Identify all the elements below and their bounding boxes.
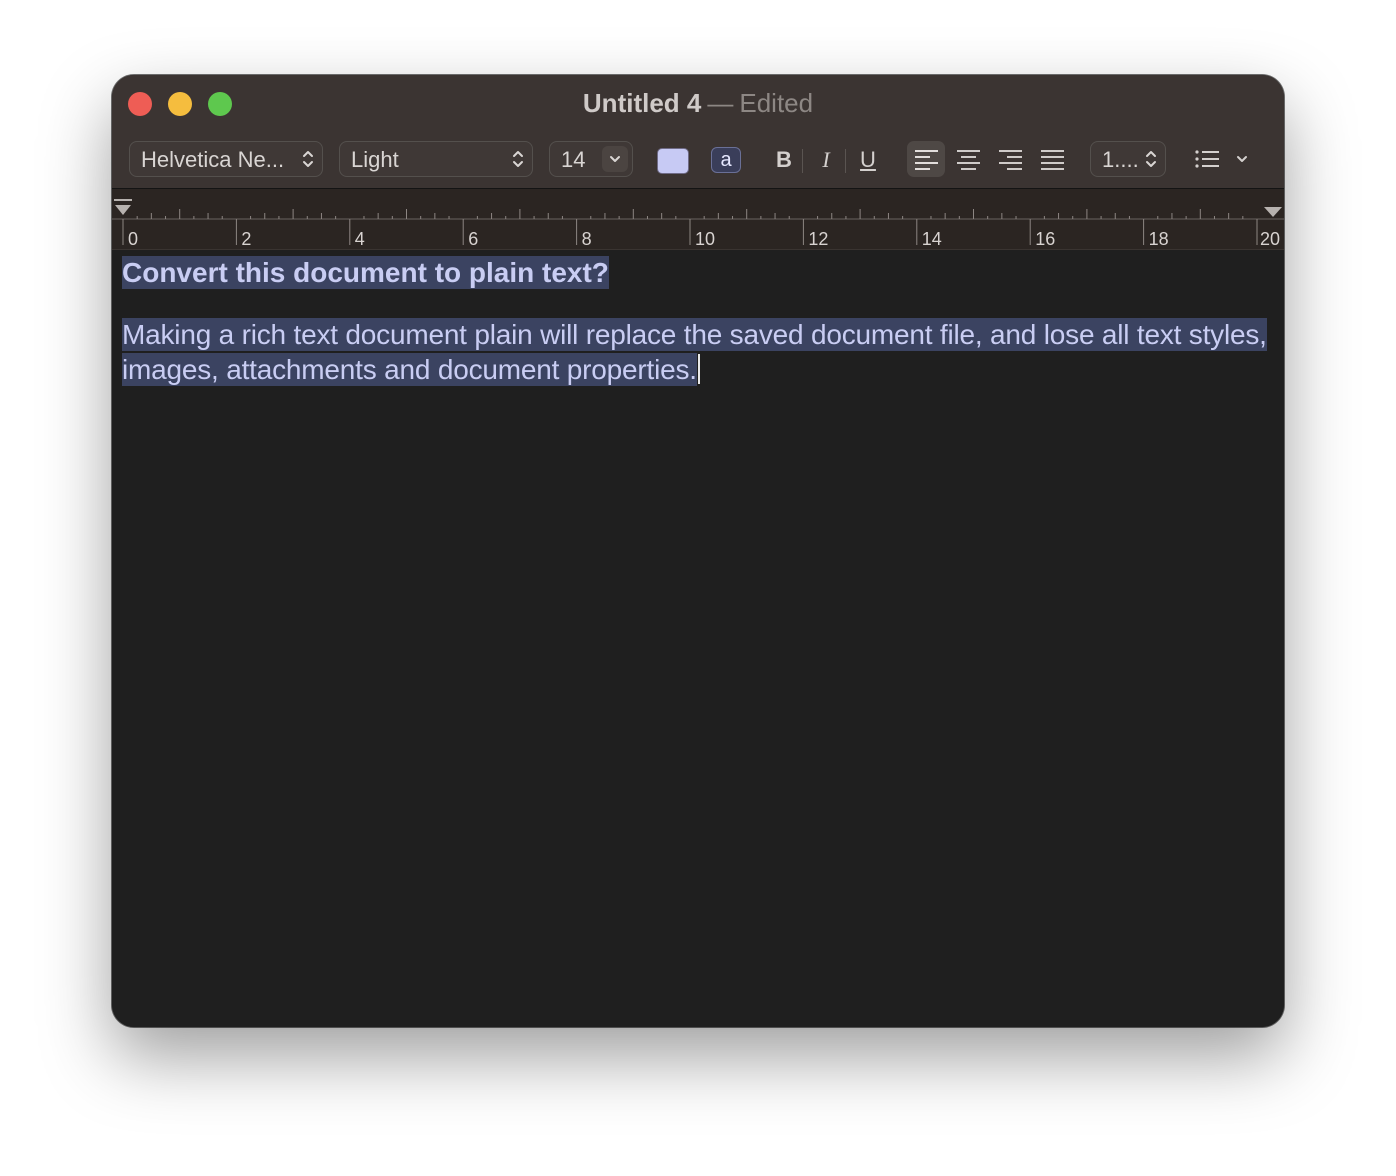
window-title: Untitled 4— Edited bbox=[112, 87, 1284, 119]
first-line-indent-marker bbox=[114, 199, 132, 201]
background-color-well[interactable]: a bbox=[711, 147, 741, 173]
document-heading: Convert this document to plain text? bbox=[122, 254, 609, 292]
ruler-label: 4 bbox=[355, 229, 365, 249]
align-right-icon bbox=[999, 150, 1022, 170]
align-center-icon bbox=[957, 150, 980, 170]
align-left-icon bbox=[915, 150, 938, 170]
up-down-chevron-icon bbox=[1146, 151, 1156, 167]
font-family-popup[interactable]: Helvetica Ne... bbox=[129, 141, 323, 177]
bold-button[interactable]: B bbox=[770, 145, 798, 175]
font-style-value: Light bbox=[351, 147, 399, 172]
titlebar: Untitled 4— Edited Helvetica Ne... Light … bbox=[112, 75, 1284, 189]
align-center-button[interactable] bbox=[949, 141, 987, 177]
ruler-label: 20 bbox=[1260, 229, 1280, 249]
toolbar-divider bbox=[845, 149, 846, 173]
ruler-scale: 0 2 4 6 8 10 12 14 16 18 20 bbox=[112, 199, 1284, 249]
align-right-button[interactable] bbox=[991, 141, 1029, 177]
document-body: Making a rich text document plain will r… bbox=[122, 317, 1272, 387]
text-editor-area[interactable]: Convert this document to plain text? Mak… bbox=[112, 250, 1284, 1027]
font-size-combo[interactable]: 14 bbox=[549, 141, 633, 177]
font-style-popup[interactable]: Light bbox=[339, 141, 533, 177]
italic-button[interactable]: I bbox=[812, 145, 840, 175]
left-indent-marker bbox=[115, 205, 131, 215]
ruler-label: 14 bbox=[922, 229, 942, 249]
title-separator: — bbox=[707, 88, 734, 118]
font-family-value: Helvetica Ne... bbox=[141, 147, 285, 172]
font-size-value: 14 bbox=[561, 147, 586, 172]
selected-heading-text: Convert this document to plain text? bbox=[122, 256, 609, 289]
up-down-chevron-icon bbox=[303, 151, 313, 167]
textedit-window: Untitled 4— Edited Helvetica Ne... Light … bbox=[112, 75, 1284, 1027]
background-color-glyph: a bbox=[720, 149, 732, 171]
bulleted-list-icon bbox=[1195, 150, 1247, 168]
document-name: Untitled 4 bbox=[582, 88, 702, 118]
right-indent-marker bbox=[1264, 207, 1282, 217]
align-justify-button[interactable] bbox=[1033, 141, 1071, 177]
ruler-label: 8 bbox=[582, 229, 592, 249]
font-size-dropdown-button[interactable] bbox=[602, 146, 628, 172]
selected-body-line-1: Making a rich text document plain will r… bbox=[122, 318, 1267, 351]
ruler-label: 12 bbox=[808, 229, 828, 249]
underline-button[interactable]: U bbox=[854, 145, 882, 175]
ruler[interactable]: 0 2 4 6 8 10 12 14 16 18 20 bbox=[112, 189, 1284, 250]
line-spacing-value: 1.... bbox=[1102, 147, 1139, 172]
up-down-chevron-icon bbox=[513, 151, 523, 167]
ruler-label: 18 bbox=[1149, 229, 1169, 249]
text-color-well[interactable] bbox=[657, 148, 689, 174]
chevron-down-icon bbox=[610, 156, 620, 162]
ruler-label: 6 bbox=[468, 229, 478, 249]
ruler-label: 10 bbox=[695, 229, 715, 249]
toolbar-divider bbox=[802, 149, 803, 173]
align-justify-icon bbox=[1041, 150, 1064, 170]
edited-status: Edited bbox=[739, 88, 814, 118]
ruler-label: 0 bbox=[128, 229, 138, 249]
list-bullets-popup[interactable] bbox=[1192, 145, 1252, 175]
selected-body-line-2: images, attachments and document propert… bbox=[122, 353, 697, 386]
ruler-label: 16 bbox=[1035, 229, 1055, 249]
ruler-label: 2 bbox=[241, 229, 251, 249]
text-insertion-caret bbox=[697, 354, 700, 384]
line-spacing-popup[interactable]: 1.... bbox=[1090, 141, 1166, 177]
align-left-button[interactable] bbox=[907, 141, 945, 177]
